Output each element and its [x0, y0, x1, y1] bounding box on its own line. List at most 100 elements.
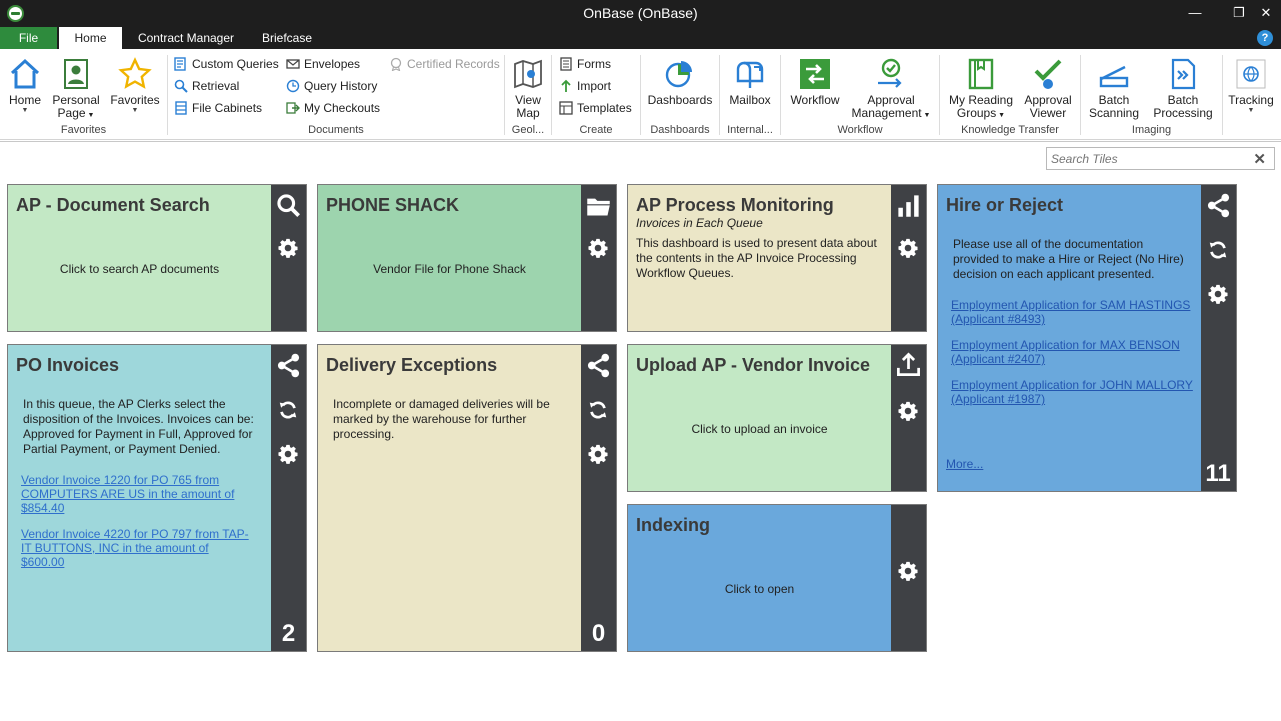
tile-description: This dashboard is used to present data a…: [636, 236, 877, 280]
file-cabinets-button[interactable]: File Cabinets: [174, 99, 262, 117]
tile-phone-shack[interactable]: PHONE SHACK Vendor File for Phone Shack: [317, 184, 617, 332]
refresh-icon[interactable]: [587, 399, 609, 421]
tile-hire-or-reject[interactable]: Hire or Reject Please use all of the doc…: [937, 184, 1237, 492]
refresh-icon[interactable]: [1207, 239, 1229, 261]
gear-icon[interactable]: [587, 237, 609, 259]
mailbox-button[interactable]: Mailbox: [724, 57, 776, 107]
tile-body: Indexing Click to open: [628, 505, 891, 651]
tile-title: PO Invoices: [16, 355, 120, 375]
approval-viewer-button[interactable]: Approval Viewer: [1020, 57, 1076, 120]
tab-file[interactable]: File: [0, 27, 57, 49]
search-tiles-field[interactable]: ✕: [1046, 147, 1275, 170]
bar-chart-icon[interactable]: [895, 192, 922, 219]
share-icon[interactable]: [585, 352, 612, 379]
tile-sidebar: [891, 185, 926, 331]
ribbon-separator: [640, 55, 641, 135]
tile-ap-document-search[interactable]: AP - Document Search Click to search AP …: [7, 184, 307, 332]
tab-contract-manager[interactable]: Contract Manager: [124, 27, 248, 49]
custom-queries-button[interactable]: Custom Queries: [174, 55, 279, 73]
vendor-invoice-link[interactable]: Vendor Invoice 1220 for PO 765 from COMP…: [21, 473, 234, 515]
gear-icon[interactable]: [897, 400, 919, 422]
share-icon[interactable]: [275, 352, 302, 379]
tile-description: In this queue, the AP Clerks select the …: [23, 397, 254, 456]
gear-icon[interactable]: [277, 237, 299, 259]
personal-page-button[interactable]: Personal Page ▼: [49, 57, 103, 122]
group-label-workflow: Workflow: [837, 124, 883, 136]
gear-icon[interactable]: [897, 237, 919, 259]
restore-button[interactable]: ❐: [1224, 3, 1254, 23]
gear-icon[interactable]: [1207, 283, 1229, 305]
batch-processing-icon: [1171, 58, 1196, 90]
dashboards-button[interactable]: Dashboards: [645, 57, 715, 107]
more-link[interactable]: More...: [946, 457, 983, 471]
gear-icon[interactable]: [587, 443, 609, 465]
checkout-icon: [286, 102, 300, 114]
tab-home[interactable]: Home: [59, 27, 122, 49]
retrieval-button[interactable]: Retrieval: [174, 77, 239, 95]
employment-application-link[interactable]: Employment Application for JOHN MALLORY …: [951, 378, 1193, 406]
tile-body: PHONE SHACK Vendor File for Phone Shack: [318, 185, 581, 331]
tile-delivery-exceptions[interactable]: Delivery Exceptions Incomplete or damage…: [317, 344, 617, 652]
import-button[interactable]: Import: [559, 77, 611, 95]
toolbar-divider: [0, 141, 1281, 142]
globe-icon: [1236, 59, 1266, 89]
ribbon-separator: [780, 55, 781, 135]
tile-po-invoices[interactable]: PO Invoices In this queue, the AP Clerks…: [7, 344, 307, 652]
clear-search-icon[interactable]: ✕: [1253, 150, 1266, 168]
share-icon[interactable]: [1205, 192, 1232, 219]
tile-text: Vendor File for Phone Shack: [373, 262, 526, 276]
tile-ap-process-monitoring[interactable]: AP Process Monitoring Invoices in Each Q…: [627, 184, 927, 332]
home-button[interactable]: Home ▼: [4, 57, 46, 114]
vendor-invoice-link[interactable]: Vendor Invoice 4220 for PO 797 from TAP-…: [21, 527, 249, 569]
close-button[interactable]: ✕: [1251, 3, 1281, 23]
ribbon-separator: [1080, 55, 1081, 135]
upload-icon[interactable]: [895, 351, 922, 378]
form-icon: [560, 57, 572, 71]
tile-text: Click to search AP documents: [59, 262, 220, 276]
house-icon: [10, 58, 40, 89]
import-arrow-icon: [561, 79, 571, 92]
tile-body: PO Invoices In this queue, the AP Clerks…: [8, 345, 271, 651]
group-label-dashboards: Dashboards: [650, 124, 710, 136]
batch-processing-button[interactable]: Batch Processing: [1148, 57, 1218, 120]
tile-indexing[interactable]: Indexing Click to open: [627, 504, 927, 652]
envelopes-button[interactable]: Envelopes: [286, 55, 360, 73]
tile-description: Incomplete or damaged deliveries will be…: [333, 397, 550, 441]
view-map-button[interactable]: View Map: [507, 57, 549, 120]
ribbon-tab-bar: File Home Contract Manager Briefcase ?: [0, 27, 1281, 49]
query-history-button[interactable]: Query History: [286, 77, 377, 95]
gear-icon[interactable]: [277, 443, 299, 465]
employment-application-link[interactable]: Employment Application for SAM HASTINGS …: [951, 298, 1190, 326]
favorites-button[interactable]: Favorites ▼: [108, 57, 162, 114]
refresh-icon[interactable]: [277, 399, 299, 421]
employment-application-link[interactable]: Employment Application for MAX BENSON (A…: [951, 338, 1180, 366]
tile-upload-ap-vendor-invoice[interactable]: Upload AP - Vendor Invoice Click to uplo…: [627, 344, 927, 492]
tile-body: Delivery Exceptions Incomplete or damage…: [318, 345, 581, 651]
tracking-button[interactable]: Tracking ▼: [1226, 57, 1276, 114]
tile-text: Click to upload an invoice: [691, 422, 828, 436]
tile-sidebar: [891, 505, 926, 651]
ribbon-separator: [939, 55, 940, 135]
search-tiles-input[interactable]: [1051, 149, 1251, 169]
tab-briefcase[interactable]: Briefcase: [252, 27, 322, 49]
certified-seal-icon: [390, 57, 402, 71]
batch-scanning-button[interactable]: Batch Scanning: [1086, 57, 1142, 120]
search-icon[interactable]: [275, 192, 302, 219]
approval-management-button[interactable]: Approval Management ▼: [848, 57, 934, 122]
minimize-button[interactable]: —: [1180, 3, 1210, 23]
my-checkouts-button[interactable]: My Checkouts: [286, 99, 380, 117]
tile-title: PHONE SHACK: [326, 195, 460, 215]
certified-records-button[interactable]: Certified Records: [389, 55, 500, 73]
gear-icon[interactable]: [897, 560, 919, 582]
tile-title: Upload AP - Vendor Invoice: [636, 355, 871, 375]
group-label-documents: Documents: [308, 124, 364, 136]
forms-button[interactable]: Forms: [559, 55, 611, 73]
templates-button[interactable]: Templates: [559, 99, 632, 117]
help-icon[interactable]: ?: [1257, 30, 1273, 46]
workflow-button[interactable]: Workflow: [786, 57, 844, 107]
approval-check-icon: [1034, 59, 1062, 89]
ribbon-separator: [504, 55, 505, 135]
query-list-icon: [174, 57, 186, 71]
my-reading-groups-button[interactable]: My Reading Groups ▼: [944, 57, 1018, 122]
folder-icon[interactable]: [585, 193, 612, 220]
